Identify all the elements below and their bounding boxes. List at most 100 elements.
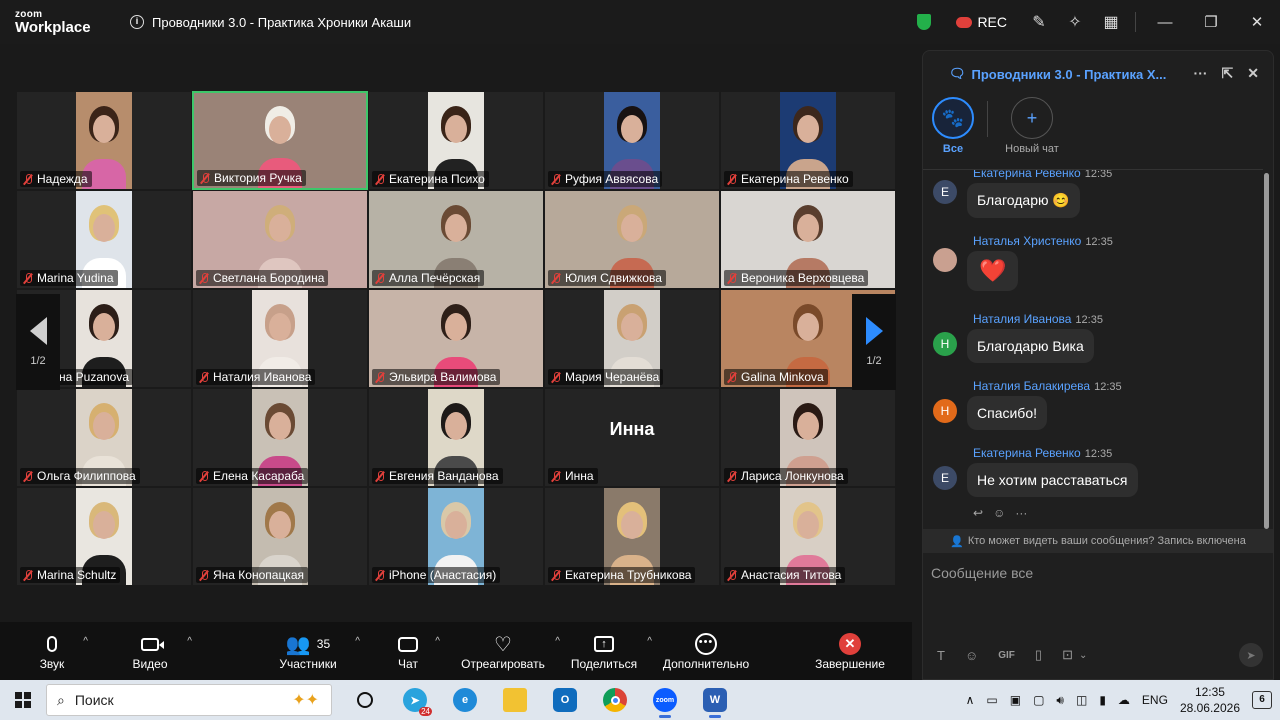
pop-out-icon[interactable]: ⇱ [1222,65,1234,82]
apps-grid-icon[interactable]: ▦ [1093,0,1129,44]
participant-tile[interactable]: Яна Конопацкая [192,487,368,586]
clock[interactable]: 12:35 28.06.2026 [1180,684,1240,716]
taskbar-search[interactable]: ⌕ Поиск ✦✦ [46,684,332,716]
ai-sparkle-icon[interactable]: ✧ [1057,0,1093,44]
chat-title[interactable]: Проводники 3.0 - Практика Х... [972,67,1167,82]
participant-tile[interactable]: Екатерина Ревенко [720,91,896,190]
participant-tile[interactable]: Елена Касараба [192,388,368,487]
meeting-info[interactable]: i Проводники 3.0 - Практика Хроники Акаш… [130,15,411,30]
participant-tile[interactable]: Алла Печёрская [368,190,544,289]
avatar: Н [933,332,957,356]
message-bubble[interactable]: Спасибо! [967,396,1047,430]
participant-tile[interactable]: Екатерина Психо [368,91,544,190]
react-options-caret-icon[interactable]: ^ [555,636,560,647]
previous-page-button[interactable]: 1/2 [16,294,60,390]
restore-button[interactable]: ❐ [1188,0,1234,44]
message-bubble[interactable]: ❤️ [967,251,1019,291]
display-icon[interactable]: ▣ [1010,693,1021,707]
close-button[interactable]: ✕ [1234,0,1280,44]
participant-tile[interactable]: Ольга Филиппова [16,388,192,487]
participant-name: Елена Касараба [213,469,305,483]
meeting-icon[interactable]: ◫ [1076,693,1087,707]
onedrive-icon[interactable]: ☁︎ [1118,693,1130,707]
privacy-notice[interactable]: 👤 Кто может видеть ваши сообщения? Запис… [923,529,1273,553]
share-button[interactable]: ↑ Поделиться ^ [570,622,652,680]
participant-tile[interactable]: Екатерина Трубникова [544,487,720,586]
message-bubble[interactable]: Благодарю 😊 [967,183,1080,218]
chat-scrollbar[interactable] [1264,173,1269,529]
file-icon[interactable]: ▯ [1035,647,1042,663]
chevron-up-icon[interactable]: ∧ [966,693,975,707]
more-options-icon[interactable]: ··· [1194,65,1208,82]
participant-tile[interactable]: Евгения Ванданова [368,388,544,487]
participant-tile[interactable]: Светлана Бородина [192,190,368,289]
tab-new-chat[interactable]: + Новый чат [1000,97,1064,155]
react-button[interactable]: ♡ Отреагировать ^ [460,622,560,680]
word-icon[interactable]: W [690,680,740,720]
audio-button[interactable]: Звук ^ [30,622,88,680]
participant-tile[interactable]: Надежда [16,91,192,190]
message-bubble[interactable]: Не хотим расставаться [967,463,1138,497]
participant-grid: Надежда Виктория Ручка Екатерина Психо Руфи… [16,91,896,587]
participants-button[interactable]: 👥 35 Участники ^ [270,622,360,680]
message-input[interactable]: Сообщение все [931,565,1033,581]
tab-all[interactable]: 🐾 Все [931,97,975,155]
end-meeting-button[interactable]: ✕ Завершение [814,622,886,680]
chrome-icon[interactable] [590,680,640,720]
start-button[interactable] [0,680,46,720]
reply-icon[interactable]: ↩ [973,506,983,520]
zoom-taskbar-icon[interactable]: zoom [640,680,690,720]
message-list[interactable]: E Екатерина Ревенко 12:35 Благодарю 😊 Нат… [923,169,1263,525]
send-button[interactable]: ➤ [1239,643,1263,667]
gif-icon[interactable]: GIF [998,650,1015,661]
muted-mic-icon [199,569,209,581]
participant-tile[interactable]: Инна Инна [544,388,720,487]
chevron-down-icon[interactable]: ⌄ [1079,650,1087,661]
language-indicator[interactable]: ENG [1142,693,1168,707]
participants-label: Участники [279,657,337,671]
outlook-icon[interactable]: O [540,680,590,720]
participant-tile[interactable]: iPhone (Анастасия) [368,487,544,586]
emoji-reaction-icon[interactable]: ☺ [993,506,1005,520]
share-options-caret-icon[interactable]: ^ [647,636,652,647]
edge-icon[interactable]: e [440,680,490,720]
participant-tile[interactable]: Виктория Ручка [192,91,368,190]
next-page-button[interactable]: 1/2 [852,294,896,390]
monitor-icon[interactable]: ▢ [1033,693,1044,707]
emoji-icon[interactable]: ☺ [965,648,978,663]
participant-tile[interactable]: Вероника Верховцева [720,190,896,289]
participant-tile[interactable]: Анастасия Титова [720,487,896,586]
minimize-button[interactable]: — [1142,0,1188,44]
close-chat-icon[interactable]: ✕ [1247,65,1259,82]
participants-options-caret-icon[interactable]: ^ [355,636,360,647]
message-bubble[interactable]: Благодарю Вика [967,329,1094,363]
audio-options-caret-icon[interactable]: ^ [83,636,88,647]
recording-indicator[interactable]: REC [956,14,1007,30]
info-icon[interactable]: i [130,15,144,29]
participant-tile[interactable]: Юлия Сдвижкова [544,190,720,289]
screenshot-icon[interactable]: ⊡ [1062,647,1073,663]
participant-tile[interactable]: Мария Черанёва [544,289,720,388]
battery-saver-icon[interactable]: ▭ [986,693,997,707]
encryption-shield-icon[interactable] [906,0,942,44]
usb-icon[interactable]: ▮ [1099,693,1106,707]
notifications-icon[interactable]: 6 [1252,691,1272,709]
video-options-caret-icon[interactable]: ^ [187,636,192,647]
participant-tile[interactable]: Лариса Лонкунова [720,388,896,487]
participant-tile[interactable]: Наталия Иванова [192,289,368,388]
more-actions-icon[interactable]: ··· [1015,506,1027,520]
chat-button[interactable]: Чат ^ [390,622,440,680]
task-view-icon[interactable] [340,680,390,720]
telegram-icon[interactable]: ➤ 24 [390,680,440,720]
pen-icon[interactable]: ✎ [1021,0,1057,44]
file-explorer-icon[interactable] [490,680,540,720]
text-format-icon[interactable]: T [937,648,945,663]
chat-options-caret-icon[interactable]: ^ [435,636,440,647]
participant-tile[interactable]: Эльвира Валимова [368,289,544,388]
participant-tile[interactable]: Руфия Аввясова [544,91,720,190]
more-button[interactable]: ••• Дополнительно [660,622,752,680]
participant-tile[interactable]: Marina Yudina [16,190,192,289]
video-button[interactable]: Видео ^ [122,622,192,680]
volume-icon[interactable]: 🔊︎ [1056,693,1064,708]
participant-tile[interactable]: Marina Schultz [16,487,192,586]
